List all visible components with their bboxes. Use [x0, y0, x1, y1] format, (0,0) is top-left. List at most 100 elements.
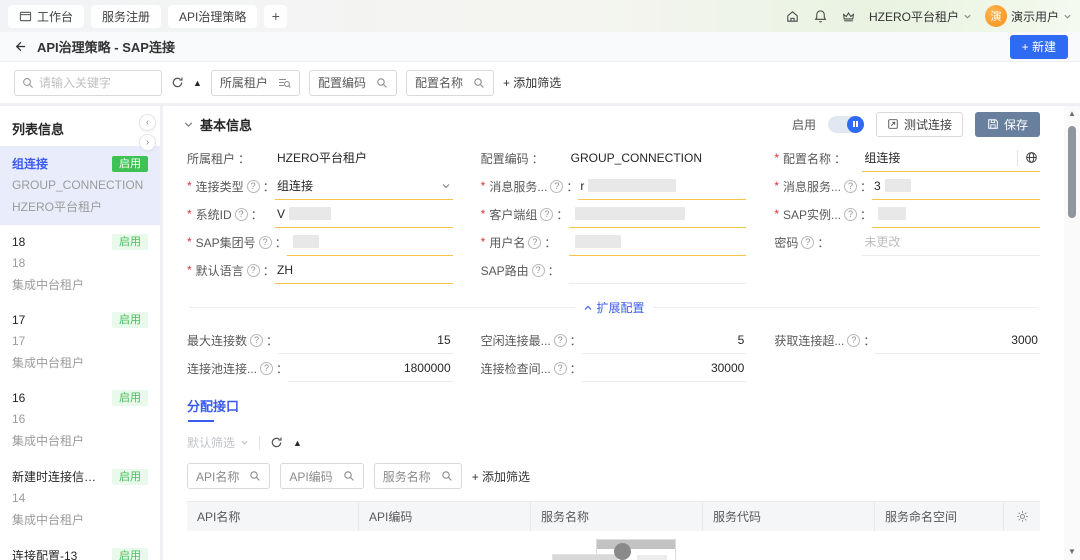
required-asterisk: *	[187, 207, 192, 221]
connection-name: 组连接	[12, 157, 49, 171]
field-value[interactable]: ZH	[275, 256, 453, 284]
enable-toggle[interactable]	[827, 115, 864, 133]
help-icon[interactable]: ?	[847, 333, 861, 347]
table-column-header[interactable]: 服务代码	[703, 502, 875, 531]
field-label: 最大连接数 ? ：	[187, 333, 279, 348]
help-icon[interactable]: ?	[844, 207, 858, 221]
help-icon[interactable]: ?	[550, 179, 564, 193]
connection-tenant: 集成中台租户	[12, 434, 85, 448]
list-item[interactable]: 组连接 启用 GROUP_CONNECTION HZERO平台租户	[0, 146, 160, 225]
field-label: * 连接类型 ? ：	[187, 179, 275, 194]
app-tab[interactable]: API治理策略	[167, 3, 259, 29]
field-value[interactable]	[568, 228, 747, 256]
field-value[interactable]: HZERO平台租户	[275, 144, 453, 172]
test-connection-button[interactable]: 测试连接	[875, 111, 963, 137]
add-filter-button[interactable]: + 添加筛选	[503, 74, 561, 91]
bell-icon[interactable]	[813, 9, 828, 24]
empty-state: ?	[187, 539, 1040, 560]
filter-chip[interactable]: 服务名称	[373, 463, 462, 489]
scroll-down-icon[interactable]: ▼	[1068, 547, 1076, 557]
filter-chip[interactable]: API编码	[280, 463, 364, 489]
page-scrollbar[interactable]: ▲ ▼	[1064, 106, 1080, 560]
list-item[interactable]: 17 启用 17 集成中台租户	[0, 303, 160, 381]
app-tab[interactable]: 服务注册	[91, 4, 162, 28]
globe-icon[interactable]	[1016, 149, 1038, 166]
list-item[interactable]: 18 启用 18 集成中台租户	[0, 225, 160, 303]
table-column-header[interactable]: API名称	[187, 502, 359, 531]
collapse-filters-icon[interactable]: ▲	[193, 78, 202, 88]
help-icon[interactable]: ?	[531, 263, 545, 277]
field-value[interactable]: r	[578, 172, 747, 200]
required-asterisk: *	[774, 207, 779, 221]
field-value[interactable]	[286, 228, 453, 256]
field-value[interactable]: 3000	[875, 326, 1040, 354]
help-icon[interactable]: ?	[553, 361, 567, 375]
help-icon[interactable]: ?	[528, 235, 542, 249]
help-icon[interactable]: ?	[260, 361, 274, 375]
help-icon[interactable]: ?	[258, 235, 272, 249]
field-value[interactable]: 3	[872, 172, 1040, 200]
field-value[interactable]	[872, 200, 1040, 228]
section-collapse-icon[interactable]	[183, 119, 194, 130]
new-tab-button[interactable]: +	[264, 4, 288, 28]
table-column-header[interactable]: 服务名称	[531, 502, 703, 531]
help-icon[interactable]: ?	[801, 235, 815, 249]
tab-assign-interface[interactable]: 分配接口	[187, 396, 239, 422]
field-value[interactable]	[568, 200, 747, 228]
collapse-filters-icon[interactable]: ▲	[293, 438, 302, 448]
scrollbar-thumb[interactable]	[1068, 126, 1076, 218]
list-item[interactable]: 连接配置-13 启用 conf-13 集成中台租户	[0, 538, 160, 560]
help-icon[interactable]: ?	[250, 333, 264, 347]
search-input[interactable]	[39, 75, 154, 90]
field-value[interactable]: 组连接	[862, 144, 1040, 172]
tenant-selector[interactable]: HZERO平台租户	[869, 8, 972, 25]
list-item[interactable]: 新建时连接信息错误... 启用 14 集成中台租户	[0, 459, 160, 538]
user-menu[interactable]: 演 演示用户	[984, 5, 1072, 27]
field-value[interactable]: 5	[581, 326, 747, 354]
back-arrow-icon[interactable]	[12, 39, 27, 54]
field-value[interactable]	[568, 256, 747, 284]
filter-chip[interactable]: 所属租户	[210, 69, 300, 96]
field-label: 连接检查间... ? ：	[480, 361, 582, 376]
connection-code: GROUP_CONNECTION	[12, 178, 144, 192]
tab-label: 服务注册	[102, 9, 151, 24]
filter-chip[interactable]: API名称	[187, 463, 271, 489]
help-icon[interactable]: ?	[553, 333, 567, 347]
list-item[interactable]: 16 启用 16 集成中台租户	[0, 381, 160, 459]
field-value[interactable]: GROUP_CONNECTION	[569, 144, 747, 172]
table-column-header[interactable]: 服务命名空间	[875, 502, 1004, 531]
home-icon[interactable]	[785, 9, 800, 24]
expand-config-toggle[interactable]: 扩展配置	[583, 299, 645, 316]
help-icon[interactable]: ?	[844, 179, 858, 193]
help-icon[interactable]: ?	[246, 263, 260, 277]
default-filter-select[interactable]: 默认筛选	[187, 434, 249, 451]
connection-tenant: 集成中台租户	[12, 513, 85, 527]
field-value[interactable]: 30000	[581, 354, 747, 382]
field-value[interactable]: V	[275, 200, 453, 228]
collapse-left-icon[interactable]: ‹	[139, 114, 156, 131]
add-filter-button[interactable]: + 添加筛选	[472, 468, 530, 485]
table-column-header[interactable]: API编码	[359, 502, 531, 531]
field-value[interactable]: 15	[278, 326, 453, 354]
form-field: * SAP实例... ? ：	[774, 200, 1040, 228]
refresh-icon[interactable]	[270, 436, 283, 449]
filter-chip[interactable]: 配置编码	[308, 69, 397, 96]
table-settings-gear-icon[interactable]	[1004, 502, 1040, 531]
expand-right-icon[interactable]: ›	[139, 134, 156, 151]
help-icon[interactable]: ?	[246, 179, 260, 193]
field-value[interactable]: 1800000	[288, 354, 453, 382]
refresh-icon[interactable]	[171, 76, 184, 89]
field-value[interactable]: 未更改	[862, 228, 1040, 256]
help-icon[interactable]: ?	[540, 207, 554, 221]
save-button[interactable]: 保存	[974, 111, 1040, 137]
filter-chip[interactable]: 配置名称	[405, 69, 494, 96]
field-value[interactable]: 组连接	[275, 172, 453, 200]
app-tab[interactable]: 工作台	[8, 4, 85, 28]
connection-name: 18	[12, 235, 26, 249]
search-box[interactable]	[14, 69, 162, 96]
scroll-up-icon[interactable]: ▲	[1068, 109, 1076, 119]
crown-icon[interactable]	[841, 9, 856, 24]
new-button[interactable]: + 新建	[1009, 34, 1068, 59]
chevron-down-icon[interactable]	[441, 181, 451, 191]
help-icon[interactable]: ?	[234, 207, 248, 221]
